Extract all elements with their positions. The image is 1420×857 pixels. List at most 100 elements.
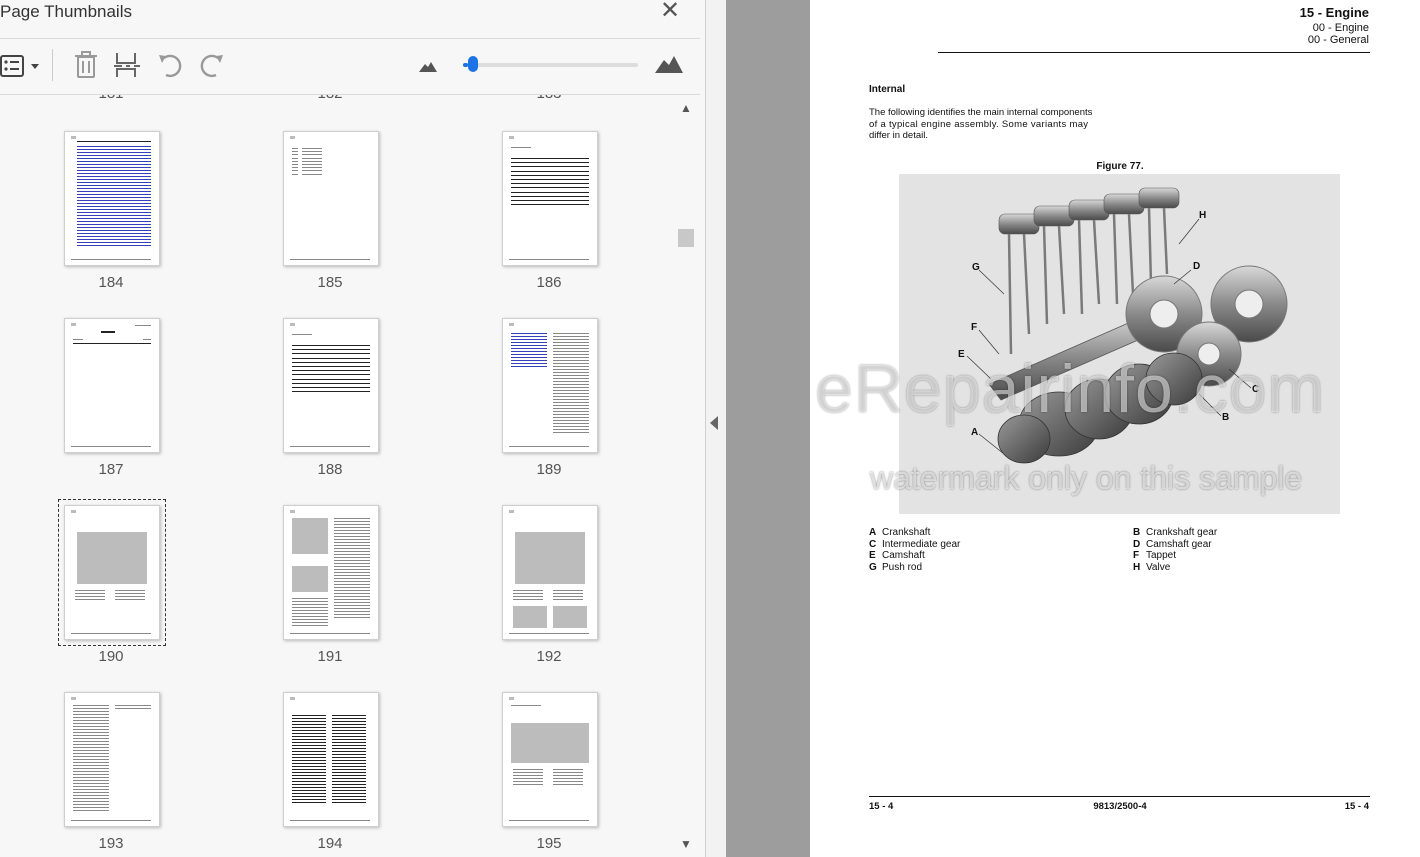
thumbnail-image[interactable] [283, 505, 379, 640]
thumbnail-image[interactable] [64, 692, 160, 827]
footer-page-left: 15 - 4 [869, 801, 894, 812]
header-subtitle-1: 00 - Engine [1312, 22, 1369, 34]
legend-key: E [869, 550, 876, 561]
thumbnail-label: 187 [98, 461, 124, 478]
thumbnails-toolbar [0, 38, 700, 95]
footer-rule [869, 796, 1370, 797]
callout-h: H [1199, 210, 1207, 221]
zoom-out-thumbnails-button[interactable] [418, 59, 438, 78]
header-rule [938, 52, 1370, 53]
legend-key: G [869, 561, 877, 573]
thumbnail-label: 192 [536, 648, 562, 665]
thumbnail-label: 189 [536, 461, 562, 478]
legend-key: F [1133, 550, 1140, 561]
thumbnail-label: 188 [317, 461, 343, 478]
thumbnail-label: 185 [317, 274, 343, 291]
scroll-up-arrow-icon[interactable]: ▲ [678, 101, 694, 115]
legend-item: A Crankshaft [869, 527, 930, 538]
footer-doc-number: 9813/2500-4 [1093, 801, 1147, 812]
legend-key: D [1133, 538, 1141, 550]
callout-g: G [972, 262, 980, 273]
thumbnails-scrollbar[interactable]: ▲ ▼ [678, 95, 696, 857]
rotate-ccw-icon [159, 54, 182, 78]
delete-icon [75, 51, 97, 78]
thumbnail-label: 186 [536, 274, 562, 291]
thumbnail-image[interactable] [283, 692, 379, 827]
legend-item: B Crankshaft gear [1133, 527, 1217, 538]
thumbnail-image[interactable] [502, 505, 598, 640]
thumbnail-label: 194 [317, 835, 343, 852]
thumbnail-label: 193 [98, 835, 124, 852]
document-gutter [726, 0, 810, 857]
watermark-site: eRepairinfo.com [815, 351, 1326, 427]
legend-label: Crankshaft [882, 527, 931, 538]
legend-item: H Valve [1133, 562, 1170, 573]
thumbnail-label: 181 [17, 95, 205, 102]
thumbnail-image[interactable] [502, 131, 598, 266]
rotate-clockwise-button[interactable] [198, 51, 226, 84]
rotate-cw-icon [200, 54, 223, 78]
thumbnail-image[interactable] [283, 131, 379, 266]
thumbnail-image[interactable] [283, 318, 379, 453]
thumbnail-label: 190 [98, 648, 124, 665]
section-heading: Internal [869, 84, 906, 95]
watermark-notice: watermark only on this sample [870, 460, 1303, 496]
legend-item: D Camshaft gear [1133, 539, 1212, 550]
figure-caption: Figure 77. [1096, 161, 1144, 172]
zoom-slider-handle[interactable] [468, 56, 479, 72]
legend-label: Valve [1146, 561, 1171, 573]
legend-label: Tappet [1146, 550, 1177, 561]
thumbnail-image[interactable] [502, 692, 598, 827]
thumbnail-image[interactable] [502, 318, 598, 453]
legend-label: Push rod [882, 561, 923, 573]
thumbnails-panel: Page Thumbnails ✕ 184 185 186 187 188 18… [0, 0, 706, 857]
intro-paragraph-line-2: of a typical engine assembly. Some varia… [869, 119, 1089, 130]
close-icon: ✕ [659, 0, 681, 24]
legend-item: C Intermediate gear [869, 539, 960, 550]
legend-key: C [869, 538, 877, 550]
callout-f: F [971, 322, 978, 333]
header-subtitle-2: 00 - General [1307, 34, 1369, 46]
legend-item: F Tappet [1133, 550, 1176, 561]
close-panel-button[interactable]: ✕ [658, 0, 682, 24]
thumbnail-label: 191 [317, 648, 343, 665]
thumbnail-image[interactable] [64, 318, 160, 453]
zoom-small-icon [419, 62, 437, 72]
thumbnail-label: 183 [455, 95, 643, 102]
intro-paragraph-line-1: The following identifies the main intern… [869, 107, 1093, 118]
thumbnail-image[interactable] [58, 499, 166, 646]
thumbnail-image[interactable] [64, 131, 160, 266]
thumbnail-label: 184 [98, 274, 124, 291]
thumbnail-label: 182 [236, 95, 424, 102]
footer-page-right: 15 - 4 [1344, 801, 1369, 812]
intro-paragraph-line-3: differ in detail. [869, 130, 928, 141]
legend-item: E Camshaft [869, 550, 925, 561]
scroll-down-arrow-icon[interactable]: ▼ [678, 837, 694, 851]
legend-label: Intermediate gear [882, 538, 961, 550]
rocker-arms [998, 187, 1180, 235]
legend-key: B [1133, 527, 1141, 538]
callout-d: D [1193, 261, 1201, 272]
options-menu-button[interactable] [0, 55, 42, 82]
legend-key: H [1133, 561, 1141, 573]
delete-page-button[interactable] [74, 51, 98, 84]
thumbnail-zoom-slider[interactable] [463, 56, 638, 72]
legend-item: G Push rod [869, 562, 922, 573]
legend-label: Camshaft [882, 550, 925, 561]
thumbnail-grid: 181 182 183 184 185 186 187 188 189 190 191 192 193 1… [0, 95, 678, 857]
legend-label: Camshaft gear [1146, 538, 1212, 550]
insert-pages-icon [114, 53, 140, 77]
chevron-left-icon [710, 416, 718, 430]
insert-pages-button[interactable] [114, 51, 140, 84]
rotate-counterclockwise-button[interactable] [156, 51, 184, 84]
scrollbar-thumb[interactable] [678, 229, 694, 247]
legend-label: Crankshaft gear [1146, 527, 1218, 538]
zoom-in-thumbnails-button[interactable] [654, 54, 684, 79]
document-page: 15 - Engine 00 - Engine 00 - General Int… [810, 0, 1420, 857]
thumbnail-label: 195 [536, 835, 562, 852]
options-menu-icon [0, 55, 39, 77]
header-section-title: 15 - Engine [1299, 5, 1369, 20]
legend-key: A [869, 527, 877, 538]
collapse-panel-button[interactable] [706, 0, 726, 857]
zoom-large-icon [655, 56, 683, 73]
